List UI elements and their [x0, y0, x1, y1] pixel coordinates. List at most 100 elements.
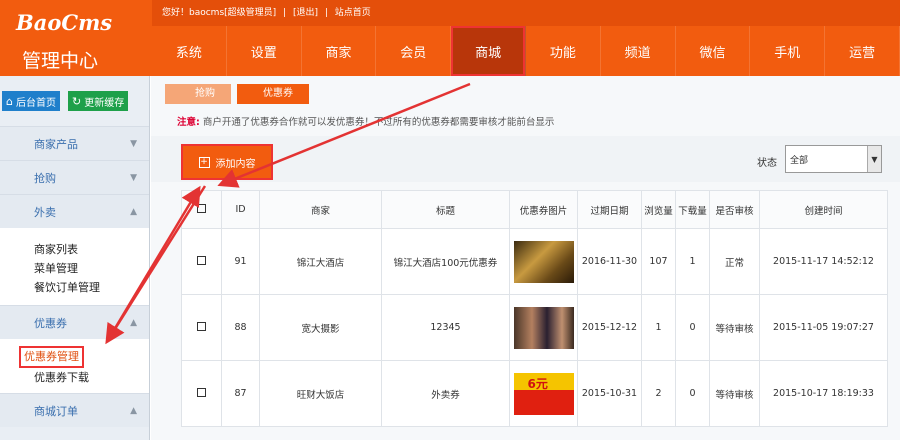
add-content-label: 添加内容: [215, 158, 256, 170]
toolbar: + 添加内容 状态 全部 ▼: [151, 136, 900, 182]
cell-views: 2: [641, 360, 676, 427]
caret-down-icon: ▼: [130, 172, 137, 183]
sidebar-item-food-orders[interactable]: 餐饮订单管理: [34, 278, 149, 297]
sidebar-section-takeout[interactable]: 外卖 ▲: [0, 194, 149, 228]
nav-item-system[interactable]: 系统: [152, 26, 227, 76]
logout-link[interactable]: [退出]: [293, 8, 318, 18]
select-cell: [181, 360, 222, 427]
select-all-checkbox[interactable]: [197, 203, 206, 213]
logo[interactable]: BaoCms 管理中心: [0, 0, 150, 76]
row-checkbox[interactable]: [197, 321, 206, 331]
nav-item-mobile[interactable]: 手机: [750, 26, 826, 76]
nav-item-mall[interactable]: 商城: [451, 26, 526, 76]
site-home-link[interactable]: 站点首页: [335, 8, 371, 18]
cell-title: 外卖券: [381, 360, 510, 427]
main-content: 抢购 优惠券 注意: 商户开通了优惠券合作就可以发优惠券！不过所有的优惠券都需要…: [151, 76, 900, 440]
column-header: ID: [221, 190, 260, 229]
row-checkbox[interactable]: [197, 387, 206, 397]
admin-home-label: 后台首页: [15, 97, 56, 109]
status-filter-select[interactable]: 全部 ▼: [785, 145, 882, 173]
thumbnail-text: 6元: [527, 376, 548, 391]
column-header: 优惠券图片: [509, 190, 578, 229]
cell-downloads: 1: [675, 228, 710, 295]
coupon-thumbnail[interactable]: [513, 306, 574, 349]
column-header: 过期日期: [577, 190, 642, 229]
notice-label: 注意:: [177, 117, 200, 128]
nav-item-member[interactable]: 会员: [376, 26, 452, 76]
notice: 注意: 商户开通了优惠券合作就可以发优惠券！不过所有的优惠券都需要审核才能前台显…: [177, 114, 554, 128]
nav-item-operations[interactable]: 运营: [825, 26, 900, 76]
nav-item-merchant[interactable]: 商家: [302, 26, 377, 76]
section-label: 优惠券: [34, 316, 67, 330]
cell-id: 88: [221, 294, 260, 361]
cell-audit: 等待审核: [709, 294, 760, 361]
column-header: 下载量: [675, 190, 710, 229]
section-label: 商城订单: [34, 404, 78, 418]
cell-image: [509, 294, 578, 361]
cell-title: 锦江大酒店100元优惠券: [381, 228, 510, 295]
status-filter-value: 全部: [790, 155, 809, 166]
section-label: 抢购: [34, 171, 56, 185]
nav-item-wechat[interactable]: 微信: [676, 26, 751, 76]
cell-created: 2015-11-05 19:07:27: [759, 294, 888, 361]
sidebar-section-merchant-products[interactable]: 商家产品 ▼: [0, 126, 149, 160]
refresh-icon: ↻: [71, 94, 82, 108]
header: BaoCms 管理中心 您好！baocms[超级管理员] | [退出] | 站点…: [0, 0, 900, 76]
coupon-thumbnail[interactable]: [513, 240, 574, 283]
cell-downloads: 0: [675, 360, 710, 427]
cell-image: 6元: [509, 360, 578, 427]
quick-actions: ⌂ 后台首页 ↻ 更新缓存: [0, 76, 149, 126]
cell-id: 91: [221, 228, 260, 295]
cell-audit: 正常: [709, 228, 760, 295]
refresh-cache-button[interactable]: ↻ 更新缓存: [67, 91, 129, 111]
nav-item-settings[interactable]: 设置: [227, 26, 302, 76]
sidebar-section-coupons[interactable]: 优惠券 ▲: [0, 305, 149, 339]
column-header: 是否审核: [709, 190, 760, 229]
status-filter-label: 状态: [757, 158, 777, 169]
cell-created: 2015-11-17 14:52:12: [759, 228, 888, 295]
cell-title: 12345: [381, 294, 510, 361]
table-row: 91 锦江大酒店 锦江大酒店100元优惠券 2016-11-30 107 1 正…: [181, 228, 888, 295]
cell-expire: 2016-11-30: [577, 228, 642, 295]
coupon-thumbnail[interactable]: 6元: [513, 372, 574, 415]
table-row: 88 宽大摄影 12345 2015-12-12 1 0 等待审核 2015-1…: [181, 294, 888, 361]
caret-up-icon: ▲: [130, 206, 137, 217]
column-header: 创建时间: [759, 190, 888, 229]
cell-audit: 等待审核: [709, 360, 760, 427]
admin-home-button[interactable]: ⌂ 后台首页: [2, 91, 60, 111]
logo-brand: BaoCms: [16, 10, 113, 35]
cell-id: 87: [221, 360, 260, 427]
table-row: 87 旺财大饭店 外卖券 6元 2015-10-31 2 0 等待审核 2015…: [181, 360, 888, 427]
add-content-button[interactable]: + 添加内容: [181, 144, 273, 180]
sidebar-item-coupon-management[interactable]: 优惠券管理: [19, 346, 84, 368]
sidebar-item-coupon-downloads[interactable]: 优惠券下载: [34, 368, 149, 387]
breadcrumb-item-flash-sale[interactable]: 抢购: [165, 84, 231, 104]
sidebar-item-menu-management[interactable]: 菜单管理: [34, 259, 149, 278]
select-all-cell: [181, 190, 222, 229]
cell-shop: 宽大摄影: [259, 294, 382, 361]
nav-item-features[interactable]: 功能: [526, 26, 601, 76]
cell-shop: 旺财大饭店: [259, 360, 382, 427]
sidebar-section-mall-orders[interactable]: 商城订单 ▲: [0, 393, 149, 427]
cell-expire: 2015-10-31: [577, 360, 642, 427]
coupon-table: ID 商家 标题 优惠券图片 过期日期 浏览量 下载量 是否审核 创建时间 91…: [181, 190, 888, 427]
takeout-submenu: 商家列表 菜单管理 餐饮订单管理: [0, 228, 149, 305]
main-nav: 系统 设置 商家 会员 商城 功能 频道 微信 手机 运营: [152, 26, 900, 76]
row-checkbox[interactable]: [197, 255, 206, 265]
cell-views: 1: [641, 294, 676, 361]
cell-shop: 锦江大酒店: [259, 228, 382, 295]
notice-text: 商户开通了优惠券合作就可以发优惠券！不过所有的优惠券都需要审核才能前台显示: [202, 117, 555, 128]
nav-item-channel[interactable]: 频道: [601, 26, 676, 76]
app-root: BaoCms 管理中心 您好！baocms[超级管理员] | [退出] | 站点…: [0, 0, 900, 440]
column-header: 标题: [381, 190, 510, 229]
chevron-down-icon: ▼: [867, 146, 881, 172]
breadcrumb: 抢购 优惠券: [165, 84, 309, 104]
cell-downloads: 0: [675, 294, 710, 361]
select-cell: [181, 294, 222, 361]
sidebar-item-merchant-list[interactable]: 商家列表: [34, 240, 149, 259]
cell-created: 2015-10-17 18:19:33: [759, 360, 888, 427]
column-header: 浏览量: [641, 190, 676, 229]
cell-expire: 2015-12-12: [577, 294, 642, 361]
sidebar-section-flash-sale[interactable]: 抢购 ▼: [0, 160, 149, 194]
home-icon: ⌂: [6, 94, 13, 108]
